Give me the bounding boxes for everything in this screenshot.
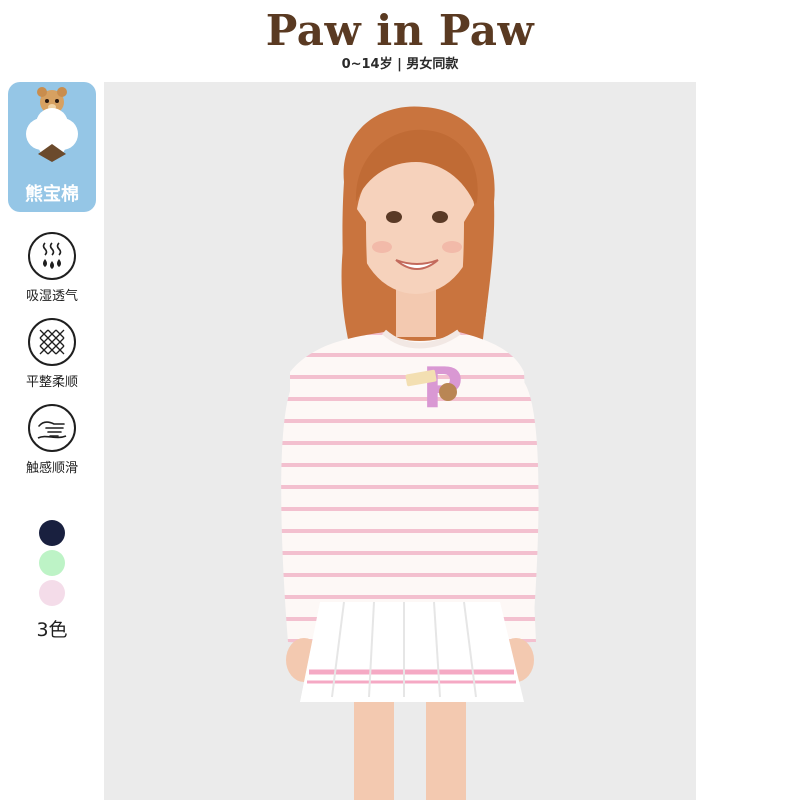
smooth-mesh-icon: [28, 318, 76, 366]
product-photo-illustration: P: [104, 82, 696, 800]
bear-cotton-icon: [26, 87, 78, 162]
feature-moisture-wicking: 吸湿透气: [14, 232, 90, 304]
feature-label: 吸湿透气: [25, 289, 78, 304]
color-swatch-navy[interactable]: [39, 520, 65, 546]
cotton-badge: 熊宝棉: [8, 82, 96, 212]
feature-soft-touch: 触感顺滑: [14, 404, 90, 476]
cotton-badge-label: 熊宝棉: [25, 184, 79, 205]
feature-smooth-mesh: 平整柔顺: [14, 318, 90, 390]
feature-label: 平整柔顺: [25, 375, 78, 390]
brand-subtitle: 0~14岁 | 男女同款: [341, 57, 459, 72]
color-swatch-mint[interactable]: [39, 550, 65, 576]
color-count-label: 3色: [36, 619, 68, 641]
moisture-wicking-icon: [28, 232, 76, 280]
soft-touch-icon: [28, 404, 76, 452]
color-swatch-pink[interactable]: [39, 580, 65, 606]
feature-label: 触感顺滑: [25, 461, 78, 476]
product-photo: P: [104, 82, 696, 800]
brand-logo: Paw in Paw: [265, 6, 535, 55]
